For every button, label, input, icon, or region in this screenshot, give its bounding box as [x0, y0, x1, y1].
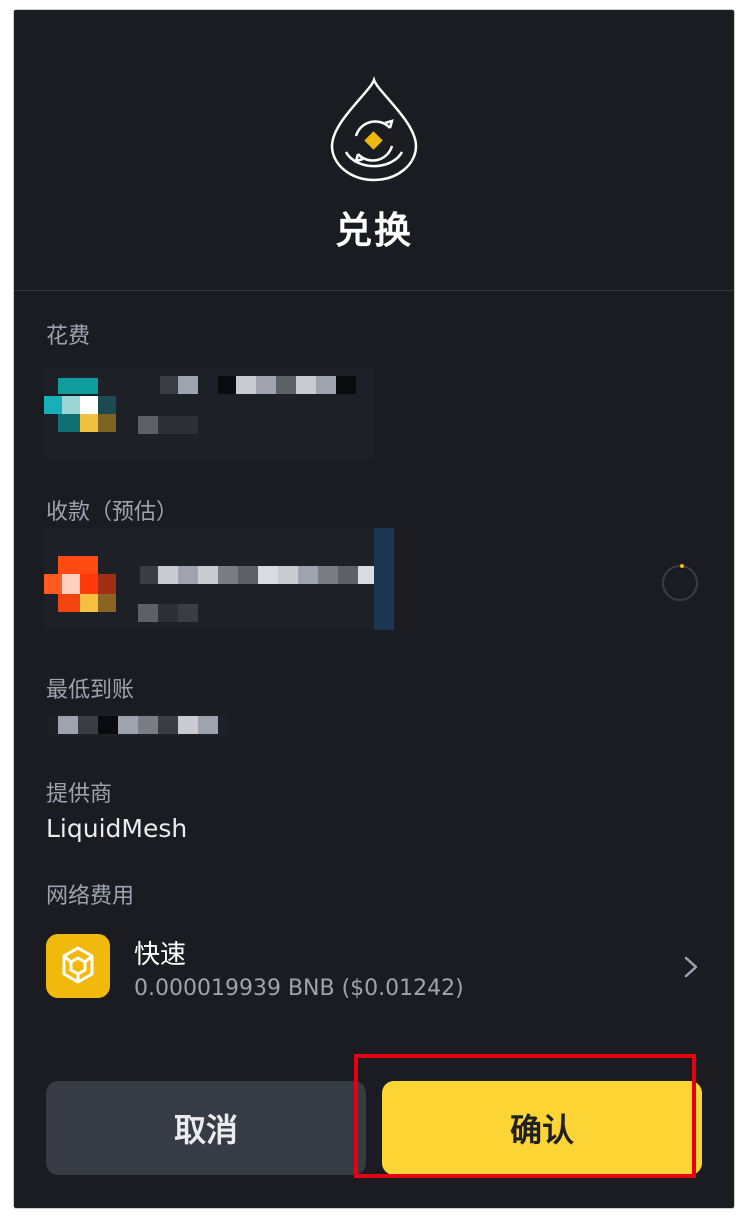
- swap-drop-icon: [330, 76, 418, 182]
- provider-label: 提供商: [46, 782, 113, 807]
- network-fee-label: 网络费用: [46, 884, 135, 909]
- chevron-right-icon: [684, 956, 698, 978]
- spend-label: 花费: [46, 324, 91, 349]
- fee-speed: 快速: [134, 940, 187, 970]
- bnb-icon: [46, 934, 110, 998]
- min-received-value-redacted: [48, 714, 228, 736]
- confirm-button[interactable]: 确认: [382, 1081, 702, 1175]
- dialog-title: 兑换: [335, 209, 413, 252]
- min-received-label: 最低到账: [46, 678, 135, 703]
- loading-spinner-icon: [662, 564, 698, 601]
- swap-confirm-dialog: 兑换 花费 收款（预估） 最低到账 提供商 LiquidMesh 网络费用 快速…: [14, 10, 734, 1208]
- spend-token-redacted: [44, 368, 374, 460]
- provider-value: LiquidMesh: [46, 814, 188, 843]
- fee-cost: 0.000019939 BNB ($0.01242): [134, 976, 464, 1001]
- dialog-header: 兑换: [14, 10, 734, 291]
- network-fee-selector[interactable]: 快速 0.000019939 BNB ($0.01242): [46, 934, 702, 1001]
- cancel-button[interactable]: 取消: [46, 1081, 366, 1175]
- receive-label: 收款（预估）: [46, 500, 179, 525]
- receive-token-redacted: [44, 528, 394, 630]
